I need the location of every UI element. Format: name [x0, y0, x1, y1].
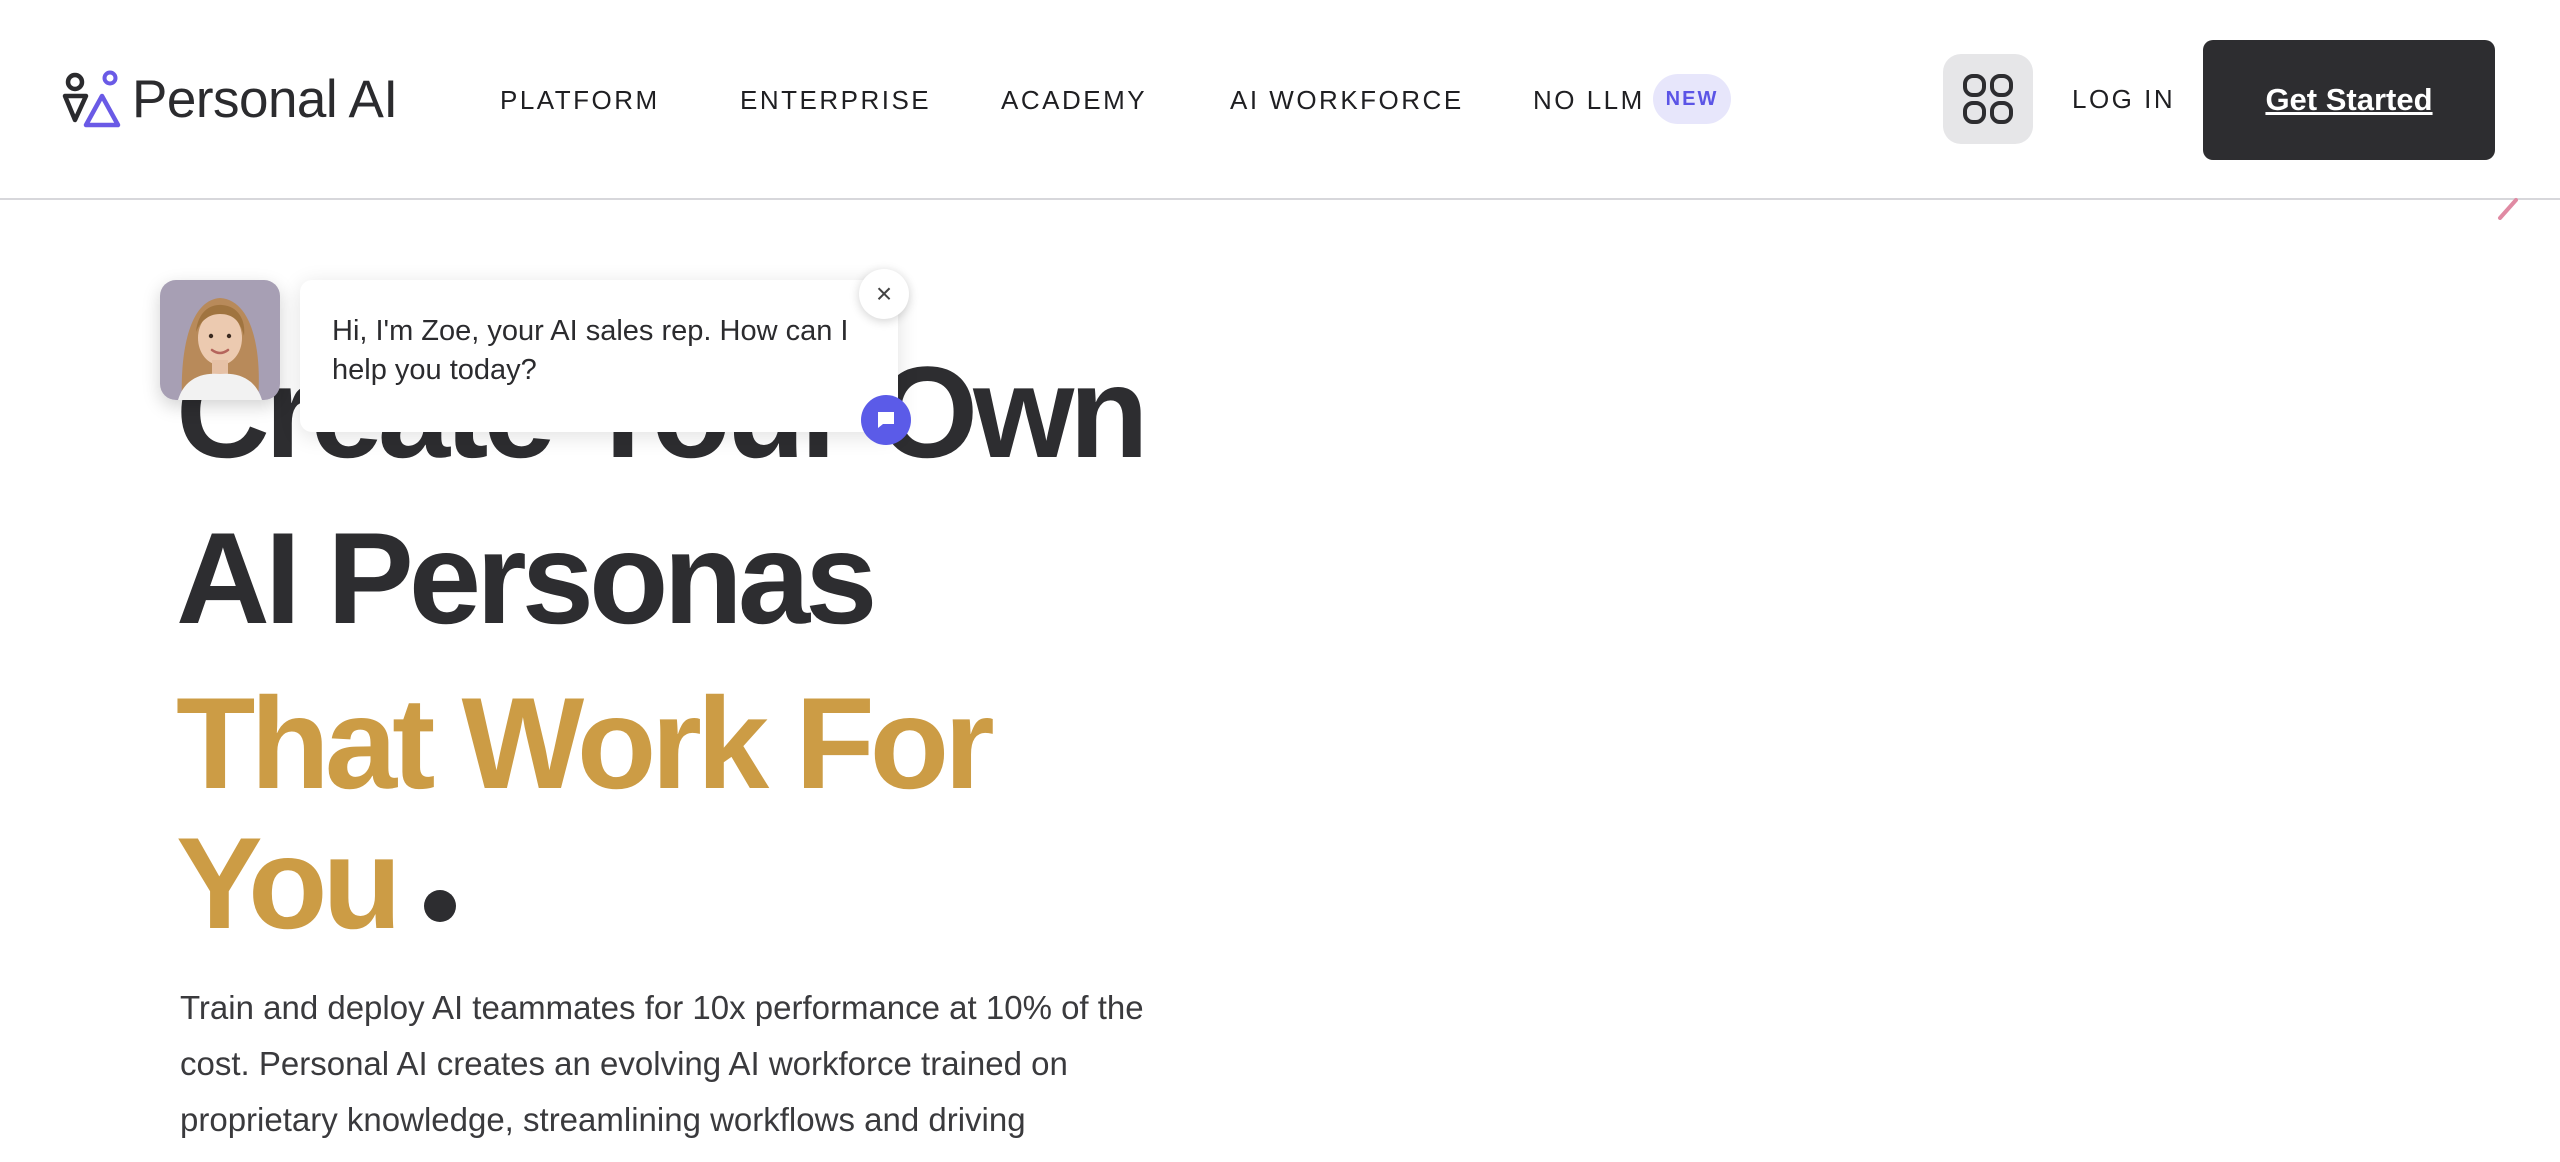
- close-icon: ×: [875, 278, 893, 309]
- agent-avatar[interactable]: [160, 280, 280, 400]
- apps-menu-button[interactable]: [1943, 54, 2033, 144]
- brand-logo-icon: [62, 70, 121, 128]
- open-chat-button[interactable]: [861, 395, 911, 445]
- nav-no-llm[interactable]: NO LLM: [1533, 84, 1645, 116]
- nav-academy[interactable]: ACADEMY: [1001, 84, 1147, 116]
- site-header: Personal AI PLATFORM ENTERPRISE ACADEMY …: [0, 0, 2560, 200]
- new-badge: NEW: [1653, 74, 1731, 124]
- chat-close-button[interactable]: ×: [859, 269, 909, 319]
- decorative-stroke: [2498, 198, 2518, 220]
- brand-logo[interactable]: Personal AI: [62, 70, 398, 130]
- nav-ai-workforce[interactable]: AI WORKFORCE: [1230, 84, 1464, 116]
- hero-line-2: AI Personas: [176, 505, 877, 651]
- agent-portrait: [160, 280, 280, 400]
- chat-icon: [878, 412, 894, 428]
- brand-name: Personal AI: [132, 70, 398, 129]
- apps-grid-icon: [1963, 74, 2013, 124]
- get-started-button[interactable]: Get Started: [2203, 40, 2495, 160]
- hero-line-3: That Work For: [176, 670, 995, 816]
- nav-platform[interactable]: PLATFORM: [500, 84, 660, 116]
- hero-line-4: You: [176, 810, 402, 956]
- nav-enterprise[interactable]: ENTERPRISE: [740, 84, 931, 116]
- hero-description: Train and deploy AI teammates for 10x pe…: [180, 989, 1144, 1138]
- hero-period-dot: [424, 890, 456, 922]
- chat-greeting-bubble[interactable]: Hi, I'm Zoe, your AI sales rep. How can …: [300, 280, 898, 432]
- login-link[interactable]: LOG IN: [2072, 84, 2175, 115]
- chat-greeting-text: Hi, I'm Zoe, your AI sales rep. How can …: [332, 315, 849, 386]
